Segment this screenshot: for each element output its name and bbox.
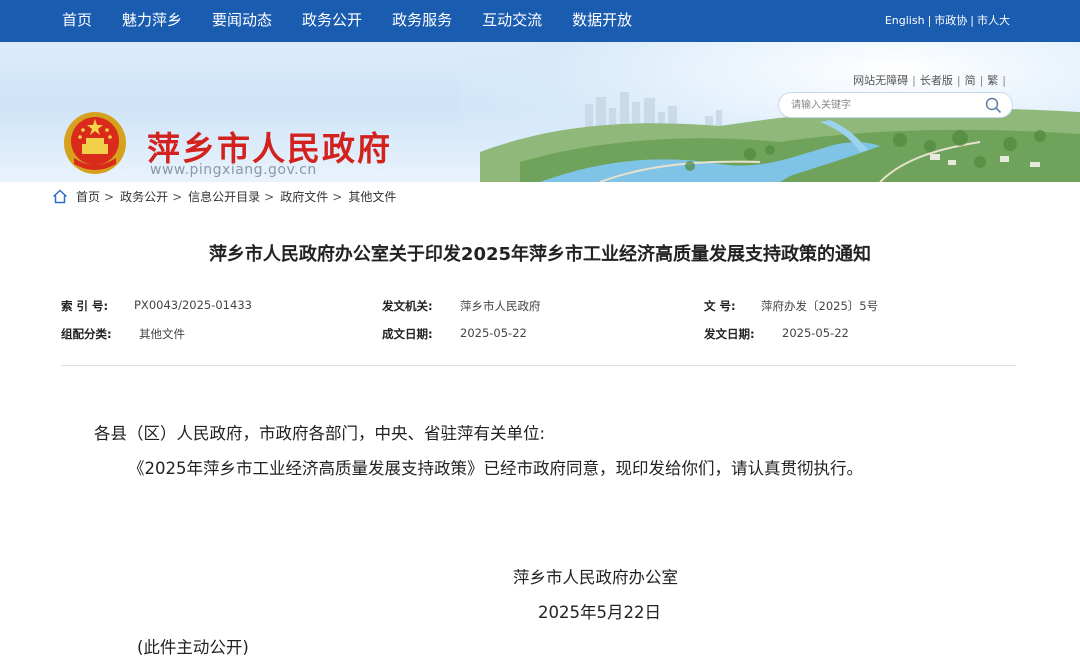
accessibility-links: 网站无障碍 | 长者版 | 简 | 繁 | <box>853 72 1010 88</box>
top-navigation-bar: 首页 魅力萍乡 要闻动态 政务公开 政务服务 互动交流 数据开放 English… <box>0 0 1080 42</box>
signature-office: 萍乡市人民政府办公室 <box>513 568 678 587</box>
meta-label: 成文日期: <box>382 327 433 341</box>
meta-value: PX0043/2025-01433 <box>134 298 252 312</box>
search-box <box>778 92 1013 118</box>
meta-published-date: 发文日期: 2025-05-22 <box>704 326 849 342</box>
divider: | <box>970 14 974 27</box>
search-input[interactable] <box>791 93 986 118</box>
meta-created-date: 成文日期: 2025-05-22 <box>382 326 527 342</box>
nav-item-interaction[interactable]: 互动交流 <box>482 0 542 42</box>
meta-label: 发文日期: <box>704 327 755 341</box>
breadcrumb-government-documents[interactable]: 政府文件 <box>280 188 328 205</box>
metadata-row: 索 引 号: PX0043/2025-01433 发文机关: 萍乡市人民政府 文… <box>61 298 1021 326</box>
meta-value: 其他文件 <box>139 327 185 341</box>
meta-document-number: 文 号: 萍府办发〔2025〕5号 <box>704 298 878 314</box>
salutation: 各县（区）人民政府，市政府各部门，中央、省驻萍有关单位: <box>94 424 546 443</box>
breadcrumb: 首页 > 政务公开 > 信息公开目录 > 政府文件 > 其他文件 <box>52 188 396 205</box>
nav-item-news[interactable]: 要闻动态 <box>212 0 272 42</box>
link-traditional[interactable]: 繁 <box>987 74 998 87</box>
breadcrumb-separator: > <box>104 189 115 204</box>
divider: | <box>1002 74 1006 87</box>
breadcrumb-separator: > <box>172 189 183 204</box>
main-menu: 首页 魅力萍乡 要闻动态 政务公开 政务服务 互动交流 数据开放 <box>62 0 662 42</box>
breadcrumb-separator: > <box>264 189 275 204</box>
home-icon <box>52 189 68 204</box>
breadcrumb-info-directory[interactable]: 信息公开目录 <box>188 188 260 205</box>
meta-label: 索 引 号: <box>61 299 109 313</box>
breadcrumb-government-affairs[interactable]: 政务公开 <box>120 188 168 205</box>
site-url: www.pingxiang.gov.cn <box>150 162 317 178</box>
link-elder-mode[interactable]: 长者版 <box>920 74 953 87</box>
nav-item-government-affairs[interactable]: 政务公开 <box>302 0 362 42</box>
external-links: English | 市政协 | 市人大 <box>885 0 1010 42</box>
nav-item-home[interactable]: 首页 <box>62 0 92 42</box>
signature-date: 2025年5月22日 <box>538 603 661 622</box>
document-title: 萍乡市人民政府办公室关于印发2025年萍乡市工业经济高质量发展支持政策的通知 <box>208 244 872 265</box>
body-paragraph: 《2025年萍乡市工业经济高质量发展支持政策》已经市政府同意，现印发给你们，请认… <box>128 459 863 478</box>
divider: | <box>956 74 961 87</box>
nav-item-open-data[interactable]: 数据开放 <box>572 0 632 42</box>
link-english[interactable]: English <box>885 14 925 27</box>
breadcrumb-separator: > <box>332 189 343 204</box>
divider <box>61 365 1016 366</box>
divider: | <box>927 14 932 27</box>
meta-value: 萍乡市人民政府 <box>460 299 541 313</box>
meta-index-number: 索 引 号: PX0043/2025-01433 <box>61 298 252 314</box>
link-accessibility[interactable]: 网站无障碍 <box>853 74 908 87</box>
meta-value: 2025-05-22 <box>782 326 849 340</box>
nav-item-government-services[interactable]: 政务服务 <box>392 0 452 42</box>
national-emblem-logo <box>64 112 126 174</box>
breadcrumb-other-documents[interactable]: 其他文件 <box>348 188 396 205</box>
document-metadata: 索 引 号: PX0043/2025-01433 发文机关: 萍乡市人民政府 文… <box>61 298 1021 354</box>
meta-issuer: 发文机关: 萍乡市人民政府 <box>382 298 541 314</box>
link-simplified[interactable]: 简 <box>965 74 976 87</box>
metadata-row: 组配分类: 其他文件 成文日期: 2025-05-22 发文日期: 2025-0… <box>61 326 1021 354</box>
breadcrumb-home[interactable]: 首页 <box>76 188 100 205</box>
search-icon[interactable] <box>985 97 1002 114</box>
link-npc[interactable]: 市人大 <box>977 14 1010 27</box>
meta-value: 萍府办发〔2025〕5号 <box>761 299 879 313</box>
divider: | <box>912 74 916 87</box>
meta-label: 文 号: <box>704 299 736 313</box>
link-cppcc[interactable]: 市政协 <box>934 14 967 27</box>
divider: | <box>979 74 984 87</box>
meta-label: 组配分类: <box>61 327 112 341</box>
disclosure-note: (此件主动公开) <box>137 638 249 657</box>
meta-value: 2025-05-22 <box>460 326 527 340</box>
meta-label: 发文机关: <box>382 299 433 313</box>
meta-category: 组配分类: 其他文件 <box>61 326 185 342</box>
nav-item-charm-pingxiang[interactable]: 魅力萍乡 <box>122 0 182 42</box>
